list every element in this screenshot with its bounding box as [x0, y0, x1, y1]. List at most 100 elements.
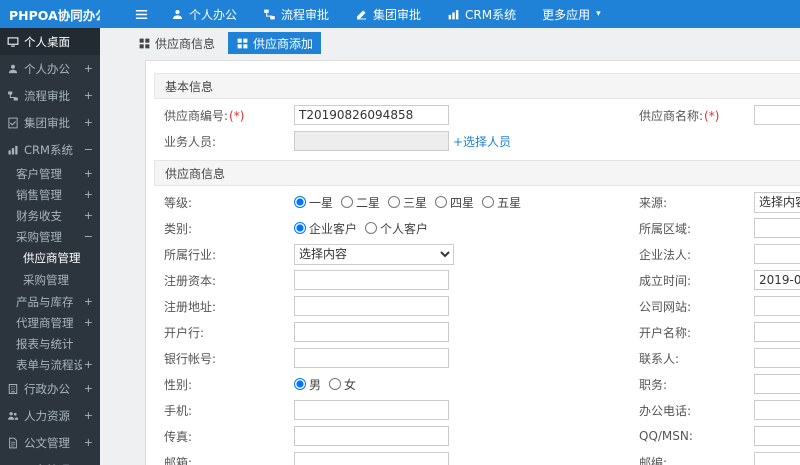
expand-toggle-icon[interactable]: −	[84, 230, 93, 243]
category-radio[interactable]	[294, 222, 306, 234]
sidebar-item-6[interactable]: 销售管理 +	[0, 184, 100, 205]
expand-toggle-icon[interactable]: +	[84, 89, 93, 102]
supplier-name-input[interactable]	[754, 105, 800, 125]
website-input[interactable]	[754, 296, 800, 316]
sidebar-item-17[interactable]: 公文管理 +	[0, 429, 100, 456]
sidebar-item-11[interactable]: 产品与库存 +	[0, 291, 100, 312]
source-select[interactable]: 选择内容	[754, 191, 800, 213]
form-row: 注册地址: 公司网站:	[154, 293, 800, 319]
doc-icon	[7, 437, 19, 449]
field-control: 男女	[294, 376, 639, 393]
field-control	[294, 400, 639, 420]
registered-address-input[interactable]	[294, 296, 449, 316]
contact-input[interactable]	[754, 348, 800, 368]
gender-option-1[interactable]: 女	[329, 376, 356, 393]
level-option-0[interactable]: 一星	[294, 194, 333, 211]
sidebar-item-1[interactable]: 个人办公 +	[0, 55, 100, 82]
tab-0[interactable]: 供应商信息	[130, 32, 223, 54]
sidebar-item-15[interactable]: 行政办公 +	[0, 375, 100, 402]
fax-input[interactable]	[294, 426, 449, 446]
tab-1[interactable]: 供应商添加	[228, 32, 322, 54]
sidebar-item-8[interactable]: 采购管理 −	[0, 226, 100, 247]
nav-item-label: 个人办公	[189, 7, 238, 22]
sidebar-item-5[interactable]: 客户管理 +	[0, 163, 100, 184]
nav-item-3[interactable]: CRM系统	[434, 0, 529, 28]
sidebar-item-12[interactable]: 代理商管理 +	[0, 312, 100, 333]
sidebar-item-2[interactable]: 流程审批 +	[0, 82, 100, 109]
nav-item-4[interactable]: 更多应用 ▾	[529, 0, 614, 28]
field-label: 传真:	[164, 429, 193, 444]
gender-radio[interactable]	[329, 378, 342, 390]
region-input[interactable]	[754, 218, 800, 238]
category-radio[interactable]	[365, 222, 378, 234]
sidebar-item-0[interactable]: 个人桌面	[0, 28, 100, 55]
sidebar-item-16[interactable]: 人力资源 +	[0, 402, 100, 429]
form-row: 传真: QQ/MSN:	[154, 423, 800, 449]
field-control	[754, 105, 800, 125]
level-option-2[interactable]: 三星	[388, 194, 427, 211]
level-radio[interactable]	[388, 196, 401, 208]
level-option-1[interactable]: 二星	[341, 194, 380, 211]
select-person-link[interactable]: +选择人员	[453, 133, 511, 150]
nav-item-2[interactable]: 集团审批	[342, 0, 434, 28]
industry-select[interactable]: 选择内容	[294, 243, 454, 265]
nav-item-1[interactable]: 流程审批	[250, 0, 342, 28]
expand-toggle-icon[interactable]: +	[84, 358, 93, 371]
bank-input[interactable]	[294, 322, 449, 342]
expand-toggle-icon[interactable]: −	[84, 143, 93, 156]
position-input[interactable]	[754, 374, 800, 394]
level-radio[interactable]	[294, 196, 306, 208]
sidebar-item-label: 销售管理	[16, 187, 62, 202]
office-icon	[7, 383, 19, 395]
mobile-input[interactable]	[294, 400, 449, 420]
sidebar-item-18[interactable]: 用车管理+	[0, 456, 100, 465]
office-phone-input[interactable]	[754, 400, 800, 420]
level-option-4[interactable]: 五星	[482, 194, 521, 211]
level-radio[interactable]	[435, 196, 448, 208]
gender-option-0[interactable]: 男	[294, 376, 321, 393]
level-radio[interactable]	[482, 196, 495, 208]
sidebar-item-3[interactable]: 集团审批 +	[0, 109, 100, 136]
sidebar-item-14[interactable]: 表单与流程设置+	[0, 354, 100, 375]
sidebar-item-4[interactable]: CRM系统 −	[0, 136, 100, 163]
qq-msn-input[interactable]	[754, 426, 800, 446]
expand-toggle-icon[interactable]: +	[84, 209, 93, 222]
expand-toggle-icon[interactable]: +	[84, 188, 93, 201]
expand-toggle-icon[interactable]: +	[84, 116, 93, 129]
field-control: 企业客户 个人客户	[294, 220, 639, 237]
legal-person-input[interactable]	[754, 244, 800, 264]
supplier-code-input[interactable]	[294, 105, 449, 125]
expand-toggle-icon[interactable]: +	[84, 436, 93, 449]
registered-capital-input[interactable]	[294, 270, 449, 290]
sidebar-item-7[interactable]: 财务收支 +	[0, 205, 100, 226]
expand-toggle-icon[interactable]: +	[84, 295, 93, 308]
category-option-0[interactable]: 企业客户	[294, 220, 357, 237]
sidebar-item-9[interactable]: 供应商管理	[0, 247, 100, 269]
email-input[interactable]	[294, 452, 449, 465]
level-radio[interactable]	[341, 196, 354, 208]
sidebar-item-10[interactable]: 采购管理	[0, 269, 100, 291]
sidebar-item-label: 用车管理	[24, 462, 82, 465]
expand-toggle-icon[interactable]: +	[84, 382, 93, 395]
field-label: 办公电话:	[639, 403, 692, 418]
form-row: 开户行: 开户名称:	[154, 319, 800, 345]
sidebar-item-13[interactable]: 报表与统计	[0, 333, 100, 354]
menu-toggle[interactable]	[124, 0, 158, 28]
business-person-input[interactable]	[294, 131, 449, 151]
gender-radio[interactable]	[294, 378, 306, 390]
expand-toggle-icon[interactable]: +	[84, 62, 93, 75]
expand-toggle-icon[interactable]: +	[84, 409, 93, 422]
expand-toggle-icon[interactable]: +	[84, 316, 93, 329]
form-row: 手机: 办公电话:	[154, 397, 800, 423]
account-name-input[interactable]	[754, 322, 800, 342]
expand-toggle-icon[interactable]: +	[84, 167, 93, 180]
postcode-input[interactable]	[754, 452, 800, 465]
bank-account-input[interactable]	[294, 348, 449, 368]
field-control: +选择人员	[294, 131, 639, 151]
category-option-1[interactable]: 个人客户	[365, 220, 428, 237]
nav-item-0[interactable]: 个人办公	[158, 0, 250, 28]
level-option-3[interactable]: 四星	[435, 194, 474, 211]
founding-date-input[interactable]	[754, 270, 800, 290]
form-row: 业务人员: +选择人员	[154, 128, 800, 154]
sidebar-menu: 个人桌面 个人办公 + 流程审批 + 集团审批 + CRM系统 − 客户管理 + 销售管理 + 财务收支 +…	[0, 28, 100, 465]
